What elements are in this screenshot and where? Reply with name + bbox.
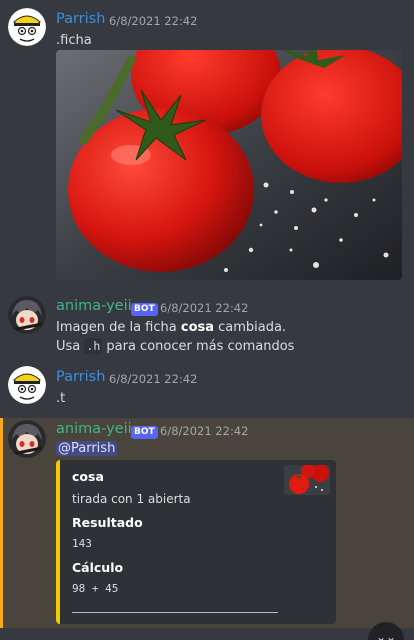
timestamp: 6/8/2021 22:42	[160, 301, 249, 315]
text-segment: cambiada.	[214, 320, 287, 335]
ficha-name: cosa	[180, 320, 215, 335]
tomato-image-attachment[interactable]	[56, 50, 402, 280]
timestamp: 6/8/2021 22:42	[109, 14, 198, 28]
message-1: Parrish 6/8/2021 22:42 .ficha	[0, 0, 414, 290]
embed-card: cosa tirada con 1 abierta Resultado 143 …	[56, 460, 336, 624]
anima-avatar-image	[8, 296, 46, 334]
bot-tag: BOT	[131, 426, 158, 439]
message-3: Parrish 6/8/2021 22:42 .t	[0, 360, 414, 418]
message-text: .t	[56, 391, 66, 406]
avatar-parrish[interactable]	[8, 366, 46, 404]
embed-description: tirada con 1 abierta	[72, 492, 191, 506]
message-2: anima-yeii BOT 6/8/2021 22:42 Imagen de …	[0, 290, 414, 360]
timestamp: 6/8/2021 22:42	[160, 424, 249, 438]
anima-avatar-image	[8, 420, 46, 458]
text-segment: Usa	[56, 339, 85, 354]
user-mention[interactable]: @Parrish	[56, 441, 118, 456]
parrish-avatar-image	[8, 366, 46, 404]
text-segment: Imagen de la ficha	[56, 320, 181, 335]
parrish-avatar-image	[8, 8, 46, 46]
author-name[interactable]: anima-yeii	[56, 298, 132, 314]
embed-field-value: 98 + 45	[72, 582, 119, 595]
bot-tag: BOT	[131, 303, 158, 316]
message-line-2: Usa .h para conocer más comandos	[56, 338, 295, 354]
author-name[interactable]: Parrish	[56, 369, 105, 385]
author-name[interactable]: anima-yeii	[56, 421, 132, 437]
message-line-1: Imagen de la ficha cosa cambiada.	[56, 320, 286, 335]
author-name[interactable]: Parrish	[56, 11, 105, 27]
tomato-thumbnail-image	[284, 465, 330, 495]
avatar-anima-yeii[interactable]	[8, 296, 46, 334]
embed-divider	[72, 612, 278, 613]
bottom-fade	[0, 632, 414, 640]
embed-thumbnail[interactable]	[284, 465, 330, 495]
message-text: .ficha	[56, 33, 92, 48]
text-segment: para conocer más comandos	[102, 339, 295, 354]
avatar-parrish[interactable]	[8, 8, 46, 46]
avatar-anima-yeii[interactable]	[8, 420, 46, 458]
chevron-down-icon: ⌄⌄	[375, 630, 397, 640]
embed-title: cosa	[72, 469, 104, 484]
tomato-photo	[56, 50, 402, 280]
embed-field-value: 143	[72, 537, 92, 550]
inline-code: .h	[84, 338, 103, 354]
embed-field-name: Cálculo	[72, 560, 124, 575]
embed-field-name: Resultado	[72, 515, 143, 530]
timestamp: 6/8/2021 22:42	[109, 372, 198, 386]
